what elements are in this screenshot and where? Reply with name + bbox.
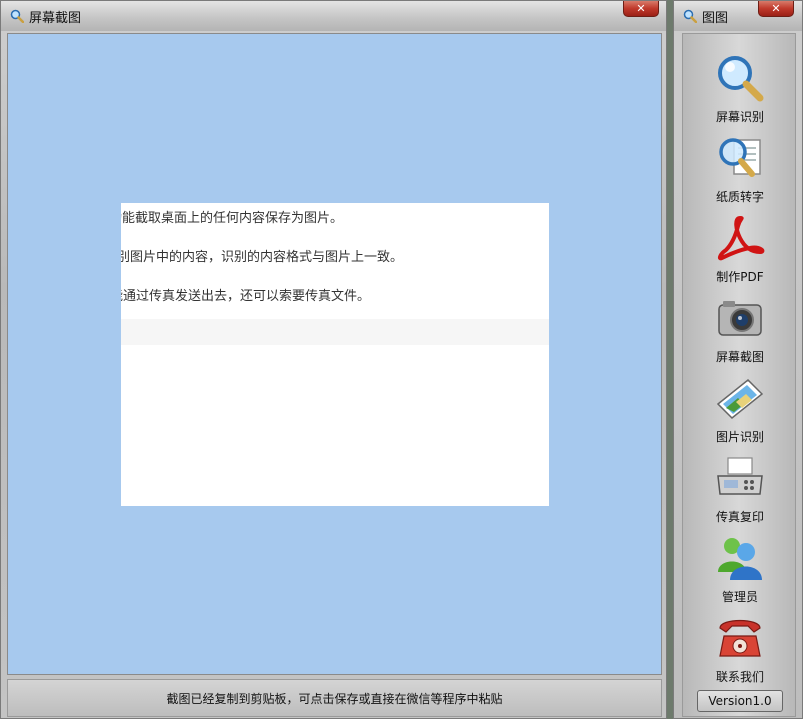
close-button[interactable]: ✕ bbox=[758, 1, 794, 17]
captured-band bbox=[121, 319, 549, 345]
pdf-icon bbox=[714, 212, 766, 264]
picture-icon bbox=[714, 372, 766, 424]
window-title: 图图 bbox=[702, 10, 729, 26]
version-text: Version1.0 bbox=[708, 694, 772, 708]
tool-label: 屏幕截图 bbox=[715, 350, 764, 364]
tool-label: 屏幕识别 bbox=[715, 110, 764, 124]
version-badge: Version1.0 bbox=[697, 690, 783, 712]
screenshot-titlebar[interactable]: 屏幕截图 ✕ bbox=[1, 1, 666, 31]
window-title: 屏幕截图 bbox=[29, 10, 82, 26]
screenshot-window: 屏幕截图 ✕ 功能截取桌面上的任何内容保存为图片。 别图片中的内容，识别的内容格… bbox=[0, 0, 667, 719]
paper-to-text-button[interactable]: 纸质转字 bbox=[683, 132, 797, 212]
tool-label: 联系我们 bbox=[715, 670, 764, 684]
document-scan-icon bbox=[714, 132, 766, 184]
admin-button[interactable]: 管理员 bbox=[683, 532, 797, 612]
close-icon: ✕ bbox=[636, 2, 646, 15]
magnifier-icon bbox=[9, 8, 25, 24]
captured-text-line: 功能截取桌面上的任何内容保存为图片。 bbox=[121, 211, 344, 226]
close-button[interactable]: ✕ bbox=[623, 1, 659, 17]
fax-icon bbox=[714, 452, 766, 504]
tool-label: 纸质转字 bbox=[715, 190, 764, 204]
toolbar-titlebar[interactable]: 图图 ✕ bbox=[674, 1, 802, 31]
tool-panel: 屏幕识别 纸质转字 制作PDF 屏幕截图 图片识别 传真复印 管理员 联系我们 … bbox=[682, 33, 796, 717]
toolbar-window: 图图 ✕ 屏幕识别 纸质转字 制作PDF 屏幕截图 图片识别 传真复印 管理员 … bbox=[673, 0, 803, 719]
capture-canvas[interactable]: 功能截取桌面上的任何内容保存为图片。 别图片中的内容，识别的内容格式与图片上一致… bbox=[7, 33, 662, 675]
tool-label: 制作PDF bbox=[716, 270, 764, 284]
captured-text-line: 能通过传真发送出去，还可以索要传真文件。 bbox=[121, 289, 371, 304]
screen-ocr-button[interactable]: 屏幕识别 bbox=[683, 52, 797, 132]
make-pdf-button[interactable]: 制作PDF bbox=[683, 212, 797, 292]
tool-label: 图片识别 bbox=[715, 430, 764, 444]
magnifier-icon bbox=[714, 52, 766, 104]
close-icon: ✕ bbox=[771, 2, 781, 15]
captured-text-line: 别图片中的内容，识别的内容格式与图片上一致。 bbox=[121, 250, 404, 265]
image-ocr-button[interactable]: 图片识别 bbox=[683, 372, 797, 452]
telephone-icon bbox=[714, 612, 766, 664]
contact-us-button[interactable]: 联系我们 bbox=[683, 612, 797, 692]
tool-label: 管理员 bbox=[721, 590, 758, 604]
magnifier-icon bbox=[682, 8, 698, 24]
tool-label: 传真复印 bbox=[715, 510, 764, 524]
fax-copy-button[interactable]: 传真复印 bbox=[683, 452, 797, 532]
screen-capture-button[interactable]: 屏幕截图 bbox=[683, 292, 797, 372]
status-bar: 截图已经复制到剪贴板，可点击保存或直接在微信等程序中粘贴 bbox=[7, 679, 662, 717]
captured-region[interactable]: 功能截取桌面上的任何内容保存为图片。 别图片中的内容，识别的内容格式与图片上一致… bbox=[121, 203, 549, 506]
camera-icon bbox=[714, 292, 766, 344]
users-icon bbox=[714, 532, 766, 584]
status-text: 截图已经复制到剪贴板，可点击保存或直接在微信等程序中粘贴 bbox=[166, 691, 503, 706]
